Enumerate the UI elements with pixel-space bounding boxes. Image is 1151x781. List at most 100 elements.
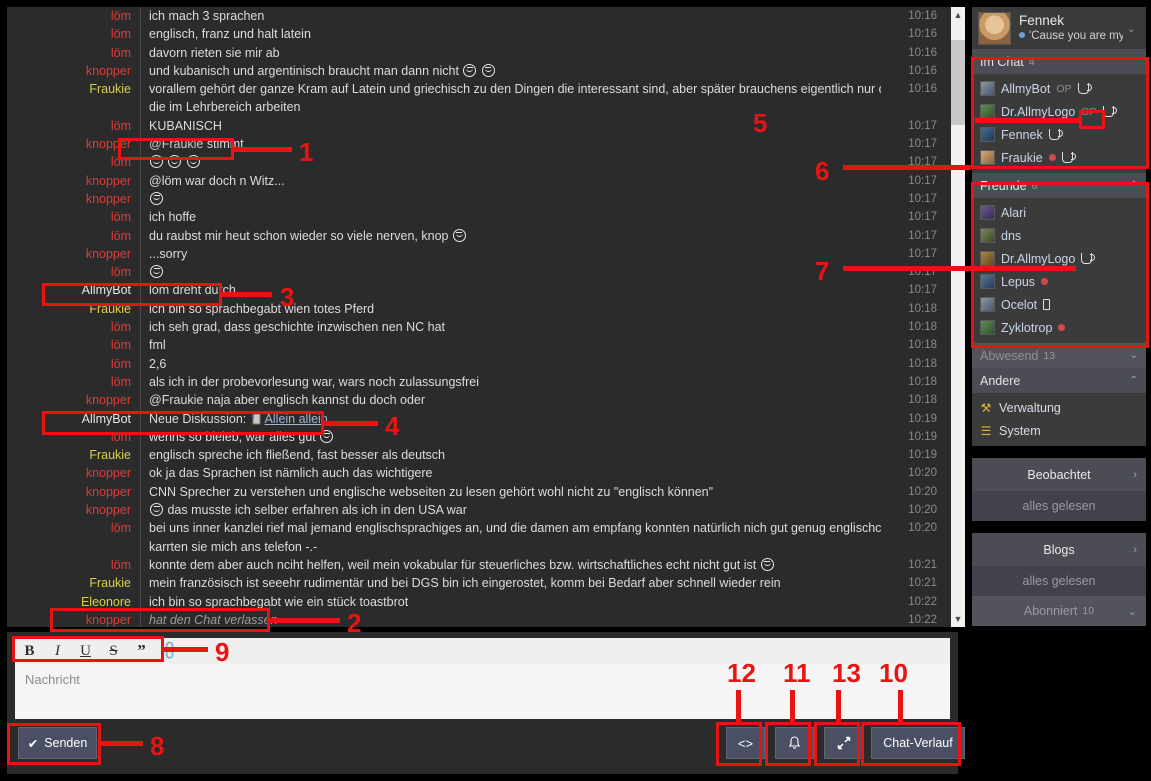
message-nickname[interactable]: Fraukie [7,446,140,464]
message-row: löm fml 10:18 [7,336,951,355]
message-nickname[interactable]: löm [7,355,140,373]
message-row: karrten sie mich ans telefon -.- [7,537,951,556]
message-row: AllmyBot löm dreht durch 10:17 [7,281,951,300]
chevron-right-icon[interactable]: › [1133,469,1137,481]
panel-button-blogs[interactable]: Blogs › [972,533,1146,566]
message-nickname[interactable]: löm [7,263,140,281]
user-avatar [980,205,995,220]
panel-button-beobachtet[interactable]: Beobachtet › [972,458,1146,491]
message-timestamp: 10:18 [908,302,937,315]
group-header-freunde[interactable]: Freunde 6 ⌃ [972,173,1146,198]
user-list-item[interactable]: Lepus [972,270,1146,293]
message-nickname[interactable]: löm [7,117,140,135]
message-nickname[interactable]: löm [7,44,140,62]
profile-card[interactable]: Fennek 'Cause you are my ... ⌄ [972,7,1146,49]
group-header-im-chat[interactable]: Im Chat 4 ⌃ [972,49,1146,74]
user-list-item[interactable]: Fraukie [972,146,1146,169]
chat-scrollbar[interactable]: ▲ ▼ [951,7,965,627]
chevron-down-icon[interactable]: ⌄ [1123,22,1140,35]
message-nickname[interactable]: löm [7,556,140,574]
message-nickname[interactable]: löm [7,336,140,354]
send-button[interactable]: ✔ Senden [18,727,97,759]
group-body: AllmyBot OP Dr.AllmyLogo OP Fennek Fraukie [972,74,1146,173]
scroll-down-icon[interactable]: ▼ [951,611,965,627]
subscribed-count: 10 [1082,605,1095,617]
bell-icon [788,736,801,749]
code-button[interactable]: <> [726,727,765,759]
message-nickname[interactable]: löm [7,428,140,446]
discussion-link[interactable]: Allein allein [265,412,328,426]
other-item-verwaltung[interactable]: ⚒ Verwaltung [972,396,1146,419]
message-nickname[interactable]: löm [7,227,140,245]
message-row: knopper @Fraukie stimmt 10:17 [7,135,951,154]
mention[interactable]: @Fraukie [149,137,203,151]
notification-bell-button[interactable] [775,727,814,759]
link-button[interactable]: 🔗 [159,639,181,662]
chevron-down-icon[interactable]: ⌄ [1128,605,1137,618]
message-timestamp: 10:18 [908,357,937,370]
strikethrough-button[interactable]: S [106,643,121,660]
message-nickname[interactable]: knopper [7,611,140,627]
other-item-system[interactable]: ☰ System [972,419,1146,442]
user-list-item[interactable]: Alari [972,201,1146,224]
message-input[interactable]: Nachricht [15,664,950,719]
message-list: löm ich mach 3 sprachen 10:16 löm englisch, … [7,7,951,627]
message-nickname[interactable]: löm [7,373,140,391]
user-list-item[interactable]: dns [972,224,1146,247]
user-list-item[interactable]: Fennek [972,123,1146,146]
chat-history-button[interactable]: Chat-Verlauf [871,727,965,759]
message-nickname[interactable]: knopper [7,62,140,80]
message-nickname[interactable]: löm [7,519,140,537]
message-nickname[interactable]: löm [7,25,140,43]
message-nickname[interactable]: Fraukie [7,574,140,592]
chevron-down-icon[interactable]: ⌄ [1130,350,1138,361]
user-list-item[interactable]: Dr.AllmyLogo [972,247,1146,270]
chevron-up-icon[interactable]: ⌃ [1130,375,1138,386]
user-name: Ocelot [1001,297,1038,312]
italic-button[interactable]: I [50,643,65,660]
bold-button[interactable]: B [22,643,37,660]
user-list-item[interactable]: Ocelot [972,293,1146,316]
message-nickname[interactable]: Fraukie [7,80,140,98]
message-nickname[interactable]: knopper [7,135,140,153]
message-nickname[interactable]: Fraukie [7,300,140,318]
user-list-item[interactable]: Dr.AllmyLogo OP [972,100,1146,123]
scrollbar-thumb[interactable] [951,40,965,125]
chevron-up-icon[interactable]: ⌃ [1130,56,1138,67]
message-nickname[interactable]: knopper [7,483,140,501]
user-list-item[interactable]: Zyklotrop [972,316,1146,339]
message-timestamp: 10:16 [908,10,937,22]
mark-all-read-button[interactable]: alles gelesen [972,491,1146,521]
message-text: ich bin so sprachbegabt wien totes Pferd [149,301,375,316]
message-nickname[interactable]: AllmyBot [7,281,140,299]
message-nickname[interactable]: löm [7,318,140,336]
quote-button[interactable]: ” [134,641,149,661]
message-nickname[interactable]: knopper [7,172,140,190]
group-header-andere[interactable]: Andere ⌃ [972,368,1146,393]
mark-all-read-button[interactable]: alles gelesen [972,566,1146,596]
mobile-icon [1043,299,1051,310]
message-nickname[interactable]: Eleonore [7,593,140,611]
profile-text: Fennek 'Cause you are my ... [1019,13,1123,44]
message-nickname[interactable]: knopper [7,464,140,482]
message-nickname[interactable]: knopper [7,245,140,263]
message-nickname[interactable]: löm [7,208,140,226]
message-row: die im Lehrbereich arbeiten [7,98,951,117]
message-nickname[interactable]: löm [7,7,140,25]
message-row: Fraukie mein französisch ist seeehr rudim… [7,574,951,593]
message-nickname[interactable]: knopper [7,501,140,519]
scroll-up-icon[interactable]: ▲ [951,7,965,23]
chevron-up-icon[interactable]: ⌃ [1130,180,1138,191]
message-nickname[interactable]: knopper [7,190,140,208]
message-nickname[interactable]: löm [7,153,140,171]
subscribed-button[interactable]: Abonniert 10 ⌄ [972,596,1146,626]
message-timestamp: 10:18 [908,394,937,407]
message-nickname[interactable]: knopper [7,391,140,409]
message-nickname[interactable]: AllmyBot [7,410,140,428]
user-list-item[interactable]: AllmyBot OP [972,77,1146,100]
profile-name: Fennek [1019,12,1065,28]
chevron-right-icon[interactable]: › [1133,544,1137,556]
group-header-abwesend[interactable]: Abwesend 13 ⌄ [972,343,1146,368]
expand-button[interactable] [824,727,863,759]
underline-button[interactable]: U [78,643,93,660]
